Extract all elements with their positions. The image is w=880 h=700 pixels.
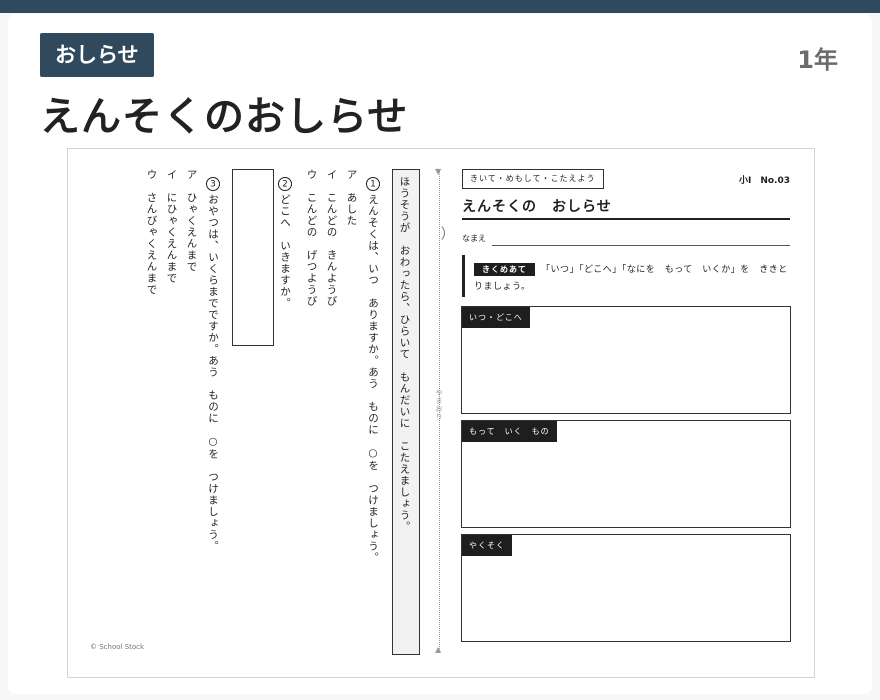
goal-text-line-1: 「いつ」「どこへ」「なにを もって いくか」を ききと [541,265,788,275]
question-3-option-b: イ にひゃくえんまで [165,169,178,284]
fold-arrow-down-icon: ▲ [435,645,442,654]
grade-label: 1年 [797,46,838,74]
question-2: 2 どこへ いきますか。 [278,177,292,309]
top-bar [0,0,880,13]
note-box-when-where-label: いつ・どこへ [462,307,530,328]
question-1-option-c: ウ こんどの げつようび [305,169,318,307]
note-box-items[interactable]: もって いく もの [461,420,791,528]
question-2-text: どこへ いきますか。 [279,194,291,309]
instruction-text: ほうそうが おわったら、ひらいて もんだいに こたえましょう。 [398,176,411,533]
copyright: © School Stock [90,643,145,651]
fold-label: やまおり [435,389,443,421]
name-field[interactable] [492,245,790,246]
note-box-when-where[interactable]: いつ・どこへ [461,306,791,414]
sheet-title: えんそくの おしらせ [462,199,612,215]
instruction-box: ほうそうが おわったら、ひらいて もんだいに こたえましょう。 [392,169,420,655]
question-1-option-b: イ こんどの きんようび [325,169,338,307]
sheet-subtitle: きいて・めもして・こたえよう [462,169,604,189]
question-3: 3 おやつは、いくらまでですか。あう ものに ○を つけましょう。 [206,177,220,552]
note-box-promises[interactable]: やくそく [461,534,791,642]
question-3-number: 3 [206,177,220,191]
issue-number: 小Ⅰ No.03 [738,176,790,186]
question-1: 1 えんそくは、いつ ありますか。あう ものに ○を つけましょう。 [366,177,380,564]
question-1-option-a: ア あした [345,169,358,227]
question-3-option-a: ア ひゃくえんまで [185,169,198,273]
note-box-promises-label: やくそく [462,535,512,556]
title-underline [462,218,790,220]
question-2-number: 2 [278,177,292,191]
question-3-text: おやつは、いくらまでですか。あう ものに ○を つけましょう。 [207,194,219,552]
question-1-number: 1 [366,177,380,191]
goal-text-line-2: りましょう。 [474,282,531,292]
fold-icon: ⌒ [429,226,445,240]
listening-goal: きくめあて 「いつ」「どこへ」「なにを もって いくか」を ききと りましょう。 [462,255,793,297]
note-box-items-label: もって いく もの [462,421,557,442]
question-1-text: えんそくは、いつ ありますか。あう ものに ○を つけましょう。 [367,194,379,564]
worksheet-preview: ほうそうが おわったら、ひらいて もんだいに こたえましょう。 1 えんそくは、い… [67,148,815,678]
answer-box-q2[interactable] [232,169,274,346]
category-tag: おしらせ [40,33,154,77]
question-3-option-c: ウ さんびゃくえんまで [145,169,158,296]
page-title: えんそくのおしらせ [40,94,409,140]
goal-badge: きくめあて [474,263,535,276]
fold-arrow-up-icon: ▼ [435,167,442,176]
name-label: なまえ [462,234,486,243]
